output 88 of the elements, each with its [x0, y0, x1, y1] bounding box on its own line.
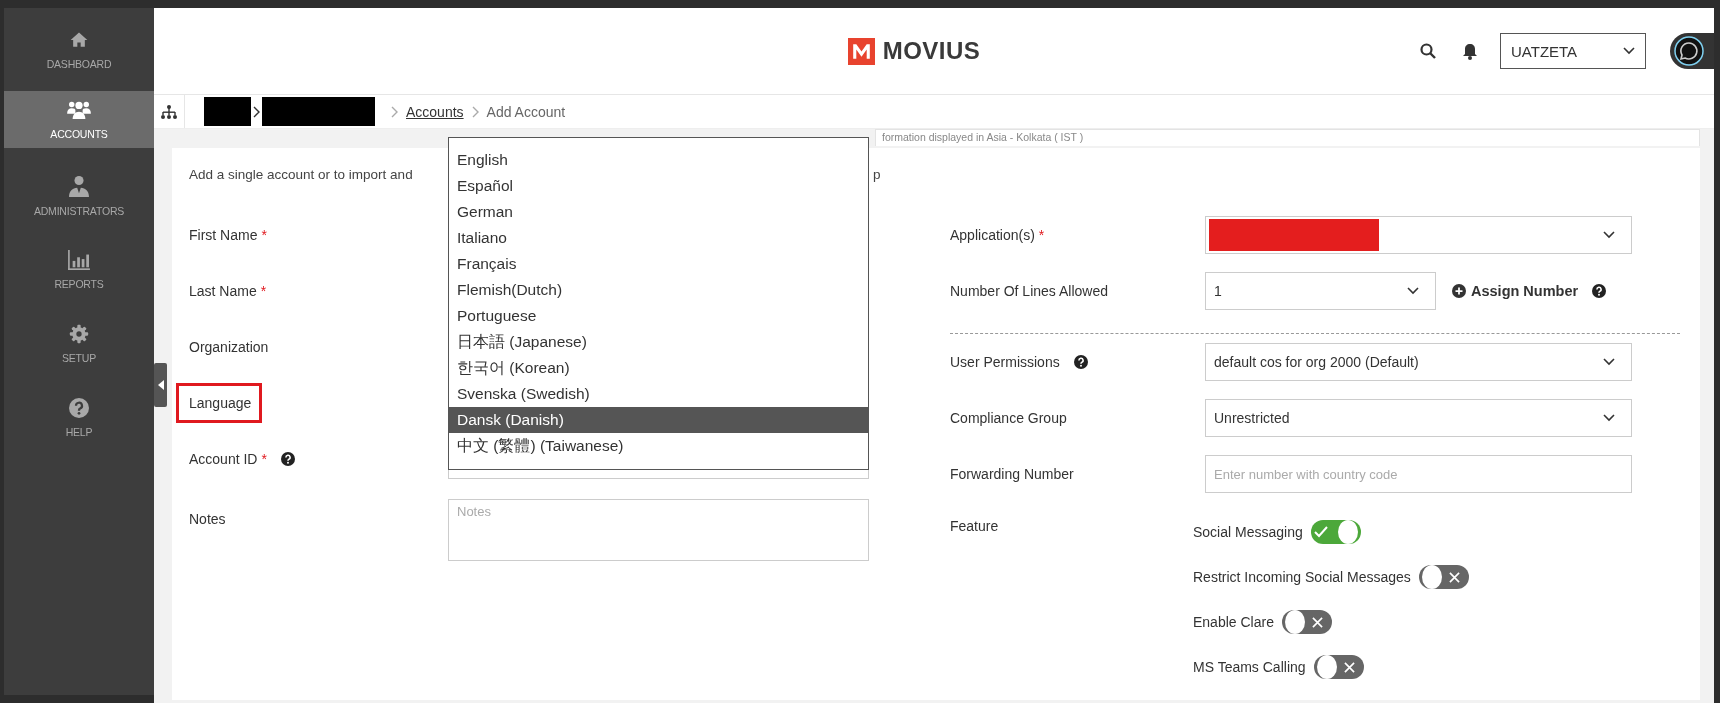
required-mark: *: [261, 451, 267, 467]
select-field[interactable]: [1205, 216, 1632, 254]
toggle-switch[interactable]: [1313, 655, 1364, 679]
sidebar-label: DASHBOARD: [46, 57, 112, 70]
chevron-down-icon: [1603, 358, 1615, 366]
timezone-note: formation displayed in Asia - Kolkata ( IST ): [875, 129, 1700, 146]
dropdown-option[interactable]: Italiano: [449, 225, 868, 251]
redaction-block: [204, 97, 251, 126]
select-field[interactable]: default cos for org 2000 (Default): [1205, 343, 1632, 381]
assign-number-button[interactable]: Assign Number: [1452, 283, 1579, 299]
avatar[interactable]: [1670, 33, 1714, 69]
dropdown-option[interactable]: Portuguese: [449, 303, 868, 329]
field-label: Compliance Group: [950, 410, 1067, 426]
organization-select[interactable]: UATZETA: [1500, 33, 1646, 69]
sidebar-item[interactable]: DASHBOARD: [4, 8, 154, 91]
close-icon: [1311, 616, 1323, 628]
field-label: Forwarding Number: [950, 466, 1074, 482]
intro-text: Add a single account or to import and: [189, 166, 414, 182]
user-tie-icon: [69, 175, 89, 197]
chevron-down-icon: [1407, 287, 1419, 295]
chevron-right-icon: [253, 105, 260, 118]
dropdown-option[interactable]: Flemish(Dutch): [449, 277, 868, 303]
required-mark: *: [261, 227, 267, 243]
toggle-label: Restrict Incoming Social Messages: [1193, 568, 1411, 585]
field-label: First Name: [189, 227, 258, 243]
select-field[interactable]: Unrestricted: [1205, 399, 1632, 437]
toggle-label: Enable Clare: [1193, 613, 1274, 630]
sidebar-item[interactable]: ADMINISTRATORS: [4, 159, 154, 233]
sidebar-label: SETUP: [62, 352, 96, 364]
plus-circle-icon: [1452, 284, 1466, 298]
breadcrumb-current: Add Account: [486, 103, 566, 120]
sidebar-item[interactable]: REPORTS: [4, 233, 154, 307]
help-icon: [1592, 284, 1607, 298]
toggle-switch[interactable]: [1418, 565, 1469, 589]
dropdown-option[interactable]: Español: [449, 173, 868, 199]
chevron-right-icon: [471, 105, 479, 118]
bell-icon[interactable]: [1462, 42, 1478, 60]
chevron-down-icon: [1603, 414, 1615, 422]
bar-chart-icon: [68, 250, 90, 270]
dropdown-option[interactable]: Svenska (Swedish): [449, 381, 868, 407]
breadcrumb-link[interactable]: Accounts: [406, 103, 464, 120]
toggle-switch[interactable]: [1310, 520, 1361, 544]
field-label: Organization: [189, 339, 269, 355]
chat-icon: [1674, 36, 1704, 66]
logo-text: MOVIUS: [882, 37, 981, 65]
sidebar-label: REPORTS: [54, 278, 104, 290]
dropdown-option[interactable]: 한국어 (Korean): [449, 355, 868, 381]
gear-icon: [69, 324, 89, 344]
dropdown-option[interactable]: Français: [449, 251, 868, 277]
field-label: Number Of Lines Allowed: [950, 283, 1108, 299]
chevron-right-icon: [391, 105, 398, 118]
required-mark: *: [260, 283, 267, 299]
chevron-down-icon: [1623, 47, 1635, 55]
field-label: Notes: [189, 511, 226, 527]
sidebar-item[interactable]: ACCOUNTS: [4, 91, 154, 148]
sidebar-item[interactable]: HELP: [4, 381, 154, 455]
field-label: Last Name: [189, 283, 257, 299]
field-label: User Permissions: [950, 354, 1060, 370]
toggle-label: MS Teams Calling: [1193, 658, 1306, 675]
field-label: Feature: [950, 517, 1000, 536]
field-label: Application(s): [950, 227, 1035, 243]
help-icon: [69, 398, 89, 418]
toggle-label: Social Messaging: [1193, 523, 1303, 540]
sidebar-label: HELP: [65, 426, 93, 438]
dropdown-option[interactable]: 日本語 (Japanese): [449, 329, 868, 355]
caret-icon: [157, 380, 164, 390]
field-label: Language: [176, 383, 263, 423]
sitemap-icon[interactable]: [161, 104, 177, 119]
dropdown-option[interactable]: German: [449, 199, 868, 225]
check-icon: [1313, 526, 1328, 538]
select-field[interactable]: 1: [1205, 272, 1436, 310]
search-icon[interactable]: [1420, 43, 1436, 59]
dropdown-option[interactable]: English: [449, 147, 868, 173]
toggle-switch[interactable]: [1281, 610, 1332, 634]
dropdown-option[interactable]: 中文 (繁體) (Taiwanese): [449, 433, 868, 459]
chevron-down-icon: [1603, 231, 1615, 239]
sidebar-label: ACCOUNTS: [50, 127, 108, 140]
users-icon: [67, 99, 91, 120]
sidebar-label: ADMINISTRATORS: [33, 205, 125, 217]
close-icon: [1343, 661, 1355, 673]
dropdown-option[interactable]: Dansk (Danish): [449, 407, 868, 433]
required-mark: *: [1038, 227, 1045, 243]
logo-icon: [847, 37, 875, 65]
field-label: Account ID: [189, 451, 258, 467]
collapse-handle[interactable]: [154, 363, 167, 407]
close-icon: [1448, 571, 1460, 583]
sidebar-item[interactable]: SETUP: [4, 307, 154, 381]
intro-text: p: [873, 166, 881, 182]
